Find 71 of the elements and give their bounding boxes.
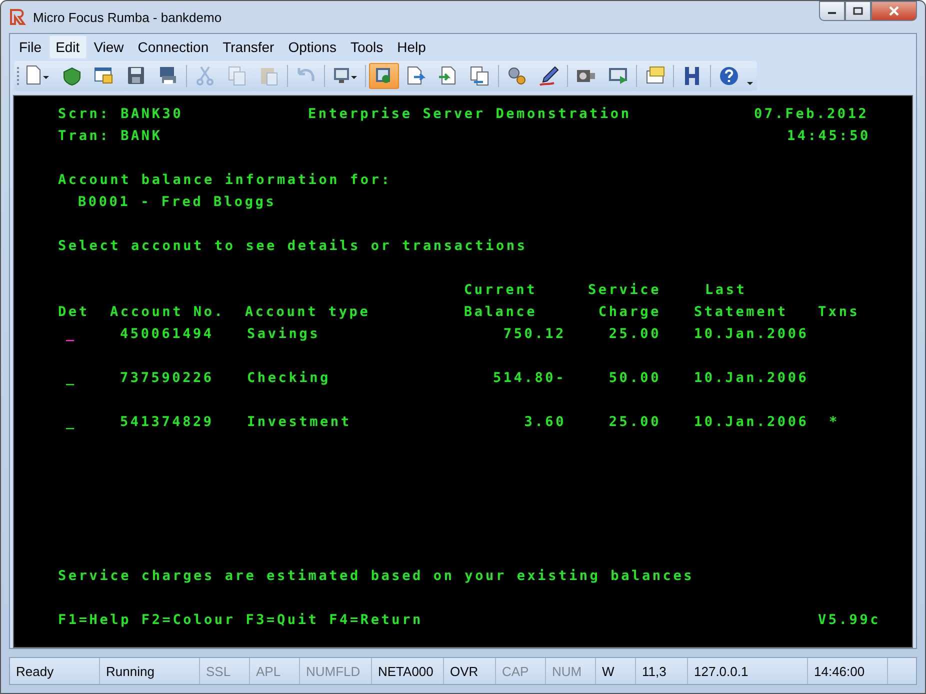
pen-icon <box>537 64 561 88</box>
status-field: SSL <box>200 658 250 684</box>
account-type: Checking <box>246 370 330 386</box>
column-header: Current <box>464 282 537 298</box>
balance-value: 514.80- <box>493 370 567 386</box>
select-field[interactable]: _ <box>58 326 110 342</box>
screen-heading: Enterprise Server Demonstration <box>308 106 632 122</box>
maximize-button[interactable] <box>845 1 871 21</box>
column-header: Last <box>704 282 747 298</box>
status-field: OVR <box>444 658 496 684</box>
account-type: Investment <box>246 414 352 430</box>
statement-date: 10.Jan.2006 <box>694 326 809 342</box>
column-header: Det <box>58 304 90 320</box>
status-field: 14:46:00 <box>808 658 888 684</box>
maximize-icon <box>853 7 863 15</box>
column-header: Account No. <box>110 304 225 320</box>
menu-item[interactable]: Connection <box>130 35 216 59</box>
window-title: Micro Focus Rumba - bankdemo <box>33 10 223 24</box>
close-button[interactable] <box>871 1 917 21</box>
transaction-id: Tran: BANK <box>58 128 164 144</box>
date-text: 07.Feb.2012 <box>754 106 869 122</box>
close-icon <box>888 6 900 16</box>
select-field[interactable]: _ <box>58 370 110 386</box>
status-field: W <box>596 658 636 684</box>
menu-item[interactable]: Transfer <box>216 35 282 59</box>
status-field: NETA000 <box>372 658 444 684</box>
menu-item[interactable]: Options <box>281 35 344 59</box>
screen-id: Scrn: BANK30 <box>58 106 184 122</box>
status-field: 127.0.0.1 <box>688 658 808 684</box>
account-number: 541374829 <box>119 414 214 430</box>
status-field: NUMFLD <box>300 658 372 684</box>
statement-date: 10.Jan.2006 <box>694 370 809 386</box>
column-header: Charge <box>598 304 662 320</box>
help-icon <box>717 64 741 88</box>
account-type: Savings <box>246 326 320 342</box>
app-logo-icon <box>9 8 27 26</box>
time-text: 14:45:50 <box>786 128 870 144</box>
statement-date: 10.Jan.2006 <box>694 414 809 430</box>
instruction-text: Select acconut to see details or transactions <box>58 238 528 254</box>
customer-name: B0001 - Fred Bloggs <box>77 194 276 210</box>
account-number: 737590226 <box>119 370 214 386</box>
menu-item[interactable]: View <box>86 35 131 59</box>
menu-item[interactable]: Tools <box>343 35 390 59</box>
charge-value: 25.00 <box>608 326 662 342</box>
transactions-indicator-text: * <box>828 414 840 430</box>
minimize-button[interactable] <box>819 1 845 21</box>
balance-value: 3.60 <box>524 414 567 430</box>
note-text: Service charges are estimated based on your existing balances <box>58 568 694 584</box>
balance-value: 750.12 <box>503 326 567 342</box>
status-field: 11,3 <box>636 658 688 684</box>
status-field: APL <box>250 658 300 684</box>
column-header: Txns <box>818 304 860 320</box>
menu-item[interactable]: File <box>12 35 49 59</box>
column-header: Service <box>588 282 662 298</box>
charge-value: 25.00 <box>608 414 662 430</box>
version-text: V5.99c <box>818 612 881 628</box>
column-header: Statement <box>694 304 788 320</box>
status-field: Running <box>100 658 200 684</box>
column-header: Account type <box>245 304 370 320</box>
status-field: NUM <box>546 658 596 684</box>
charge-value: 50.00 <box>608 370 662 386</box>
info-label: Account balance information for: <box>58 172 392 188</box>
status-field: Ready <box>10 658 100 684</box>
column-header: Balance <box>464 304 537 320</box>
menu-item[interactable]: Edit <box>48 35 87 59</box>
function-keys: F1=Help F2=Colour F3=Quit F4=Return <box>58 612 818 628</box>
grip-icon <box>16 65 20 87</box>
status-field: CAP <box>496 658 546 684</box>
select-field[interactable]: _ <box>58 414 110 430</box>
menu-item[interactable]: Help <box>390 35 433 59</box>
account-number: 450061494 <box>119 326 214 342</box>
